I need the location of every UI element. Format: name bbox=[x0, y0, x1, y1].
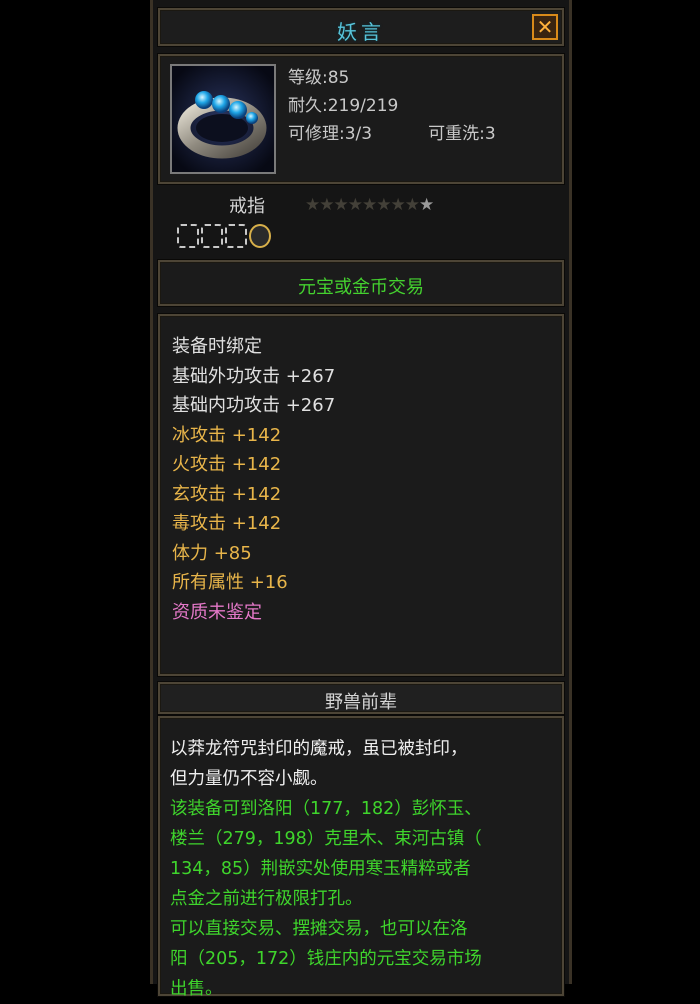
socket-empty-icon bbox=[177, 224, 199, 248]
set-name: 野兽前辈 bbox=[325, 692, 397, 713]
star-icon: ★ bbox=[319, 195, 334, 215]
attribute-list: 装备时绑定基础外功攻击 +267 基础内功攻击 +267 冰攻击 +142 火攻击 +… bbox=[172, 332, 335, 627]
attribute-box: 装备时绑定基础外功攻击 +267 基础内功攻击 +267 冰攻击 +142 火攻击 +… bbox=[158, 314, 564, 676]
item-description: 以莽龙符咒封印的魔戒，虽已被封印， 但力量仍不容小觑。该装备可到洛阳（177，18… bbox=[170, 734, 554, 1004]
lore-line: 以莽龙符咒封印的魔戒，虽已被封印， bbox=[170, 739, 468, 759]
attribute-line: 基础外功攻击 +267 bbox=[172, 365, 336, 387]
attribute-line: 资质未鉴定 bbox=[172, 601, 262, 623]
socket-empty-icon bbox=[201, 224, 223, 248]
item-info-box: 等级:85 耐久:219/219 可修理:3/3 可重洗:3 bbox=[158, 54, 564, 184]
star-icon: ★ bbox=[376, 195, 391, 215]
close-button[interactable]: ✕ bbox=[532, 14, 558, 40]
star-icon: ★ bbox=[347, 195, 363, 215]
socket-empty-icon bbox=[225, 224, 247, 248]
star-icon: ★ bbox=[419, 195, 434, 215]
lore-line: 但力量仍不容小觑。 bbox=[170, 769, 328, 789]
item-level: 等级:85 bbox=[288, 68, 350, 88]
star-icon: ★ bbox=[333, 195, 349, 215]
item-repair-rewash-row: 可修理:3/3 可重洗:3 bbox=[288, 120, 496, 148]
attribute-line: 基础内功攻击 +267 bbox=[172, 395, 336, 416]
attribute-line: 所有属性 +16 bbox=[172, 572, 288, 593]
socket-filled-icon bbox=[249, 224, 271, 248]
hint-line: 阳（205，172）钱庄内的元宝交易市场 bbox=[170, 949, 482, 969]
hint-line: 该装备可到洛阳（177，182）彭怀玉、 bbox=[170, 799, 482, 819]
hint-line: 出售。 bbox=[170, 979, 223, 999]
close-icon: ✕ bbox=[536, 15, 554, 39]
attribute-line: 火攻击 +142 bbox=[172, 454, 282, 475]
attribute-line: 冰攻击 +142 bbox=[172, 424, 282, 446]
item-type: 戒指 bbox=[229, 196, 265, 217]
item-icon-slot[interactable] bbox=[170, 64, 276, 174]
attribute-line: 毒攻击 +142 bbox=[172, 513, 282, 534]
attribute-line: 体力 +85 bbox=[172, 542, 252, 564]
attribute-line: 装备时绑定 bbox=[172, 336, 262, 357]
item-rewash: 可重洗:3 bbox=[428, 124, 496, 144]
star-rating: ★★★★★★★★★ bbox=[305, 195, 434, 215]
hint-line: 楼兰（279，198）克里木、束河古镇（ bbox=[170, 829, 482, 849]
star-icon: ★ bbox=[305, 195, 320, 215]
item-name: 妖言 bbox=[337, 20, 385, 44]
item-tooltip-panel: 妖言 ✕ 等级:85 耐久:219/219 可修理:3/3 可重洗:3 戒指 ★… bbox=[150, 0, 572, 999]
item-stats: 等级:85 耐久:219/219 可修理:3/3 可重洗:3 bbox=[288, 64, 496, 148]
star-icon: ★ bbox=[404, 195, 420, 215]
ring-icon bbox=[172, 66, 274, 172]
set-name-bar: 野兽前辈 bbox=[158, 682, 564, 714]
hint-line: 点金之前进行极限打孔。 bbox=[170, 889, 363, 909]
star-icon: ★ bbox=[390, 195, 406, 215]
description-box: 以莽龙符咒封印的魔戒，虽已被封印， 但力量仍不容小觑。该装备可到洛阳（177，18… bbox=[158, 716, 564, 999]
item-durability: 耐久:219/219 bbox=[288, 96, 399, 116]
trade-mode-label: 元宝或金币交易 bbox=[298, 277, 424, 298]
hint-line: 可以直接交易、摆摊交易，也可以在洛 bbox=[170, 919, 468, 939]
attribute-line: 玄攻击 +142 bbox=[172, 483, 282, 505]
star-icon: ★ bbox=[362, 195, 377, 215]
socket-row bbox=[177, 224, 271, 248]
hint-line: 134，85）荆嵌实处使用寒玉精粹或者 bbox=[170, 859, 471, 879]
title-bar: 妖言 ✕ bbox=[158, 8, 564, 46]
trade-mode-bar: 元宝或金币交易 bbox=[158, 260, 564, 306]
item-repairable: 可修理:3/3 bbox=[288, 124, 373, 144]
